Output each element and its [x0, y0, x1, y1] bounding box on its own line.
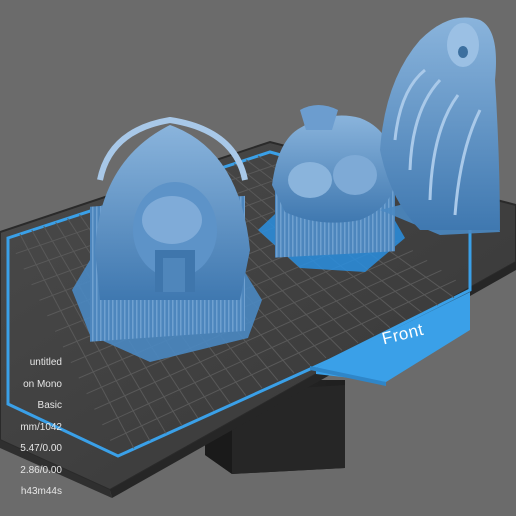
print-time: h43m44s — [20, 486, 62, 497]
helmet-model[interactable] — [72, 116, 262, 362]
job-info-panel: untitled on Mono Basic mm/1042 5.47/0.00… — [0, 352, 62, 503]
3d-viewport[interactable]: Front untitled on Mono Basic mm/1042 5.4… — [0, 0, 516, 516]
resin-name: on Mono — [23, 378, 62, 390]
print-profile: Basic — [37, 400, 62, 411]
cost-readout: 5.47/0.00 — [20, 443, 62, 454]
scene-canvas[interactable] — [0, 0, 516, 516]
volume-readout: mm/1042 — [20, 421, 62, 433]
weight-readout: 2.86/0.00 — [20, 464, 62, 476]
job-name: untitled — [29, 357, 62, 368]
